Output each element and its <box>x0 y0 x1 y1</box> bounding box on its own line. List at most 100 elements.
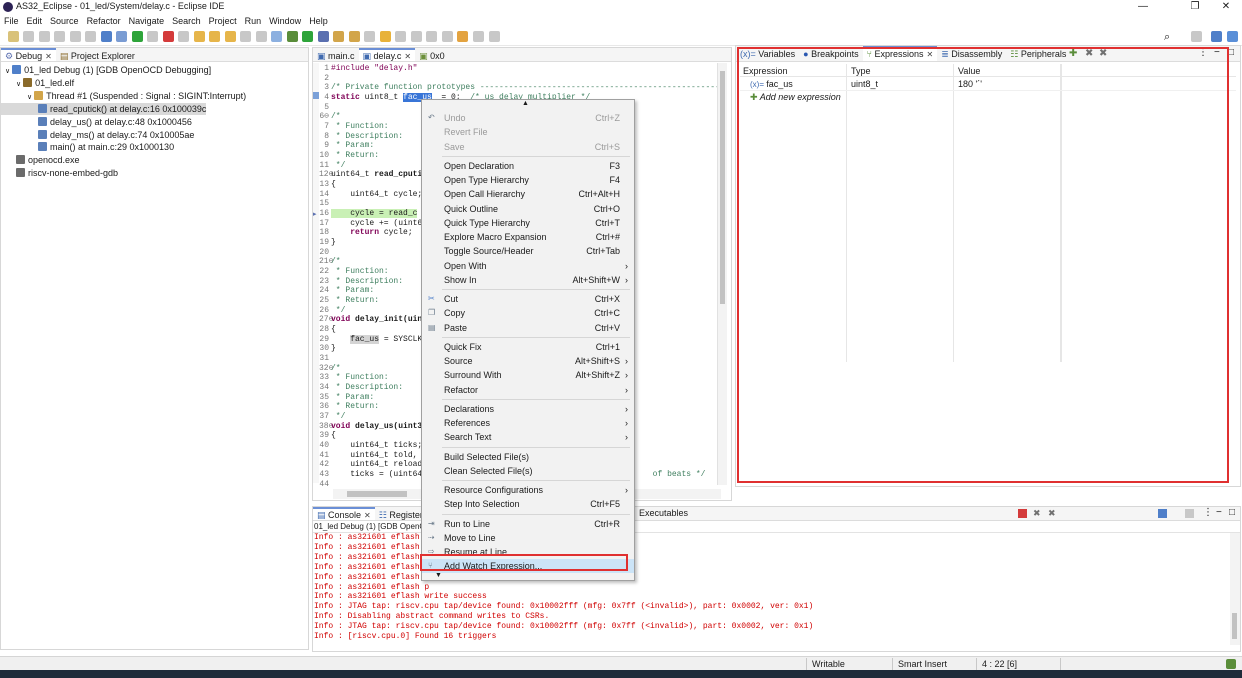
menu-item-revert-file[interactable]: Revert File <box>422 125 634 139</box>
menu-item-save[interactable]: Save Ctrl+S <box>422 140 634 154</box>
tab-delay-c[interactable]: ▣ delay.c ✕ <box>358 48 416 61</box>
print-icon[interactable] <box>54 31 66 42</box>
debug-tree-item[interactable]: riscv-none-embed-gdb <box>1 167 118 179</box>
menu-item-open-with[interactable]: Open With › <box>422 259 634 273</box>
menu-item-undo[interactable]: ↶ Undo Ctrl+Z <box>422 111 634 125</box>
drop-to-frame-icon[interactable] <box>240 31 252 42</box>
menu-item-clean-selected-file-s[interactable]: Clean Selected File(s) <box>422 464 634 478</box>
menu-item-paste[interactable]: ▤ Paste Ctrl+V <box>422 321 634 335</box>
tab-address-0x0[interactable]: ▣ 0x0 <box>415 49 449 61</box>
notifications-icon[interactable] <box>1226 659 1236 669</box>
status-insert-mode[interactable]: Smart Insert <box>898 658 947 670</box>
menu-item-open-declaration[interactable]: Open Declaration F3 <box>422 159 634 173</box>
open-type-icon[interactable] <box>348 31 360 42</box>
mark-occurrences-icon[interactable] <box>379 31 391 42</box>
step-over-icon[interactable] <box>209 31 221 42</box>
close-window-button[interactable]: ✕ <box>1206 0 1242 14</box>
menu-item-show-in[interactable]: Show In Alt+Shift+W › <box>422 273 634 287</box>
menu-project[interactable]: Project <box>205 14 241 28</box>
menu-run[interactable]: Run <box>241 14 266 28</box>
terminal-icon[interactable] <box>100 31 112 42</box>
menu-file[interactable]: File <box>0 14 23 28</box>
close-tab-icon[interactable]: ✕ <box>364 511 371 520</box>
debug-tree-item[interactable]: delay_ms() at delay.c:74 0x10005ae <box>1 129 194 141</box>
remove-all-launches-icon[interactable]: ✖ <box>1048 508 1056 519</box>
last-edit-icon[interactable] <box>441 31 453 42</box>
console-maximize-icon[interactable]: □ <box>1229 507 1235 518</box>
debug-tree-item[interactable]: ∨ Thread #1 (Suspended : Signal : SIGINT… <box>1 90 246 102</box>
open-perspective-icon[interactable] <box>1191 31 1202 42</box>
undo-toolbar-icon[interactable] <box>69 31 81 42</box>
menu-item-quick-fix[interactable]: Quick Fix Ctrl+1 <box>422 340 634 354</box>
editor-vertical-scrollbar[interactable] <box>717 63 727 485</box>
menu-navigate[interactable]: Navigate <box>125 14 169 28</box>
expand-chevron-icon[interactable]: ∨ <box>16 81 23 88</box>
menu-help[interactable]: Help <box>305 14 332 28</box>
forward-icon[interactable] <box>472 31 484 42</box>
console-view-menu-icon[interactable]: ⋮ <box>1203 507 1213 518</box>
console-scroll-thumb[interactable] <box>1232 613 1237 639</box>
menu-search[interactable]: Search <box>168 14 205 28</box>
menu-item-move-to-line[interactable]: ⇢ Move to Line <box>422 531 634 545</box>
new-icon[interactable] <box>7 31 19 42</box>
step-return-icon[interactable] <box>224 31 236 42</box>
build-icon[interactable] <box>286 31 298 42</box>
menu-item-step-into-selection[interactable]: Step Into Selection Ctrl+F5 <box>422 497 634 511</box>
status-cursor-position[interactable]: 4 : 22 [6] <box>982 658 1017 670</box>
menu-item-toggle-source-header[interactable]: Toggle Source/Header Ctrl+Tab <box>422 244 634 258</box>
instruction-stepping-icon[interactable] <box>255 31 267 42</box>
menu-item-references[interactable]: References › <box>422 416 634 430</box>
use-step-filters-icon[interactable] <box>271 31 283 42</box>
cpp-perspective-icon[interactable] <box>1211 31 1222 42</box>
menu-item-explore-macro-expansion[interactable]: Explore Macro Expansion Ctrl+# <box>422 230 634 244</box>
next-annotation-icon[interactable] <box>410 31 422 42</box>
minimize-button[interactable]: — <box>1123 0 1163 14</box>
tab-main-c[interactable]: ▣ main.c <box>313 49 359 61</box>
suspend-icon[interactable] <box>147 31 159 42</box>
save-icon[interactable] <box>23 31 35 42</box>
hscroll-thumb[interactable] <box>347 491 407 497</box>
redo-toolbar-icon[interactable] <box>85 31 97 42</box>
menu-item-quick-outline[interactable]: Quick Outline Ctrl+O <box>422 202 634 216</box>
debug-tree-item[interactable]: delay_us() at delay.c:48 0x1000456 <box>1 116 192 128</box>
search-icon[interactable]: ⌕ <box>1164 31 1170 44</box>
menu-item-refactor[interactable]: Refactor › <box>422 383 634 397</box>
disconnect-icon[interactable] <box>178 31 190 42</box>
menu-item-resource-configurations[interactable]: Resource Configurations › <box>422 483 634 497</box>
menu-item-run-to-line[interactable]: ⇥ Run to Line Ctrl+R <box>422 517 634 531</box>
tab-console[interactable]: ▤ Console ✕ <box>313 507 375 520</box>
menu-source[interactable]: Source <box>46 14 83 28</box>
debug-tree-item[interactable]: ∨ 01_led Debug (1) [GDB OpenOCD Debuggin… <box>1 64 211 76</box>
pin-editor-icon[interactable] <box>488 31 500 42</box>
debug-icon[interactable] <box>317 31 329 42</box>
display-console-icon[interactable] <box>1158 509 1167 518</box>
expand-chevron-icon[interactable]: ∨ <box>5 68 12 75</box>
debug-perspective-icon[interactable] <box>1227 31 1238 42</box>
back-icon[interactable] <box>457 31 469 42</box>
open-console-icon[interactable] <box>1185 509 1194 518</box>
menu-item-open-call-hierarchy[interactable]: Open Call Hierarchy Ctrl+Alt+H <box>422 187 634 201</box>
step-into-icon[interactable] <box>193 31 205 42</box>
expand-chevron-icon[interactable]: ∨ <box>27 94 34 101</box>
menu-item-surround-with[interactable]: Surround With Alt+Shift+Z › <box>422 368 634 382</box>
debug-tree-item[interactable]: main() at main.c:29 0x1000130 <box>1 141 174 153</box>
menu-item-declarations[interactable]: Declarations › <box>422 402 634 416</box>
tab-project-explorer[interactable]: ▤ Project Explorer <box>56 49 139 61</box>
tab-executables[interactable]: Executables <box>639 508 688 518</box>
menu-item-search-text[interactable]: Search Text › <box>422 430 634 444</box>
scrollbar-thumb[interactable] <box>720 71 725 304</box>
skip-breakpoints-icon[interactable] <box>116 31 128 42</box>
menu-item-cut[interactable]: ✂ Cut Ctrl+X <box>422 292 634 306</box>
resume-icon[interactable] <box>131 31 143 42</box>
menu-item-quick-type-hierarchy[interactable]: Quick Type Hierarchy Ctrl+T <box>422 216 634 230</box>
console-scrollbar[interactable] <box>1230 533 1240 645</box>
tab-debug[interactable]: ⚙ Debug ✕ <box>1 48 56 61</box>
save-all-icon[interactable] <box>38 31 50 42</box>
menu-item-build-selected-file-s[interactable]: Build Selected File(s) <box>422 450 634 464</box>
close-tab-icon[interactable]: ✕ <box>45 52 52 61</box>
toggle-block-icon[interactable] <box>395 31 407 42</box>
terminate-icon[interactable] <box>162 31 174 42</box>
debug-tree-item[interactable]: openocd.exe <box>1 154 80 166</box>
debug-tree-item[interactable]: read_cputick() at delay.c:16 0x100039c <box>1 102 207 115</box>
menu-window[interactable]: Window <box>265 14 305 28</box>
